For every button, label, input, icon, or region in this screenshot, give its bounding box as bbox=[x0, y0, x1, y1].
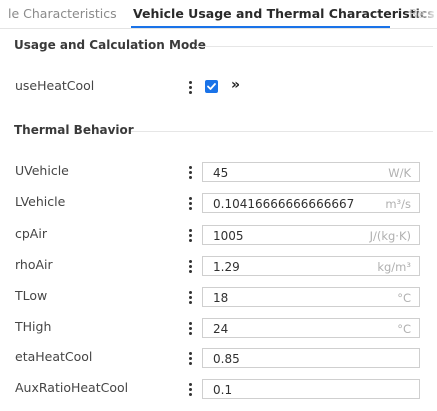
field-unit: J/(kg·K) bbox=[369, 229, 411, 243]
field-label-AuxRatioHeatCool: AuxRatioHeatCool bbox=[15, 380, 129, 395]
field-value: 0.1 bbox=[213, 383, 233, 397]
section-divider-usage bbox=[196, 46, 433, 47]
field-value: 1005 bbox=[213, 229, 244, 243]
tab-vehicle-characteristics[interactable]: le Characteristics bbox=[8, 6, 117, 21]
field-value: 0.10416666666666667 bbox=[213, 197, 355, 211]
AuxRatioHeatCool-input[interactable]: 0.1 bbox=[202, 379, 420, 399]
section-title-usage: Usage and Calculation Mode bbox=[14, 38, 206, 52]
kebab-menu-icon[interactable] bbox=[187, 320, 195, 336]
tab-overflow-fade bbox=[413, 0, 437, 28]
field-label-UVehicle: UVehicle bbox=[15, 163, 69, 178]
expand-chevrons-icon[interactable]: » bbox=[231, 77, 240, 93]
field-unit: m³/s bbox=[385, 197, 411, 211]
kebab-menu-icon[interactable] bbox=[187, 381, 195, 397]
field-unit: kg/m³ bbox=[377, 260, 411, 274]
section-divider-thermal bbox=[131, 131, 433, 132]
THigh-input[interactable]: 24 °C bbox=[202, 318, 420, 338]
LVehicle-input[interactable]: 0.10416666666666667 m³/s bbox=[202, 193, 420, 213]
field-value: 45 bbox=[213, 166, 229, 180]
kebab-menu-icon[interactable] bbox=[187, 164, 195, 180]
kebab-menu-icon[interactable] bbox=[187, 258, 195, 274]
kebab-menu-icon[interactable] bbox=[187, 289, 195, 305]
field-label-rhoAir: rhoAir bbox=[15, 257, 53, 272]
section-title-thermal: Thermal Behavior bbox=[14, 123, 134, 137]
active-tab-indicator bbox=[131, 26, 390, 28]
TLow-input[interactable]: 18 °C bbox=[202, 287, 420, 307]
etaHeatCool-input[interactable]: 0.85 bbox=[202, 348, 420, 368]
kebab-menu-icon[interactable] bbox=[187, 227, 195, 243]
field-label-THigh: THigh bbox=[15, 319, 52, 334]
rhoAir-input[interactable]: 1.29 kg/m³ bbox=[202, 256, 420, 276]
field-value: 24 bbox=[213, 322, 229, 336]
field-value: 1.29 bbox=[213, 260, 240, 274]
field-unit: °C bbox=[397, 322, 411, 336]
useHeatCool-checkbox[interactable] bbox=[205, 80, 218, 93]
field-value: 0.85 bbox=[213, 352, 240, 366]
kebab-menu-icon[interactable] bbox=[187, 350, 195, 366]
field-label-etaHeatCool: etaHeatCool bbox=[15, 349, 93, 364]
field-label-cpAir: cpAir bbox=[15, 226, 47, 241]
field-label-LVehicle: LVehicle bbox=[15, 194, 66, 209]
field-unit: °C bbox=[397, 291, 411, 305]
checkmark-icon bbox=[207, 83, 216, 90]
field-label-TLow: TLow bbox=[15, 288, 48, 303]
UVehicle-input[interactable]: 45 W/K bbox=[202, 162, 420, 182]
cpAir-input[interactable]: 1005 J/(kg·K) bbox=[202, 225, 420, 245]
field-label-useHeatCool: useHeatCool bbox=[15, 78, 95, 93]
tab-bar: le Characteristics Vehicle Usage and The… bbox=[0, 0, 437, 29]
tab-vehicle-usage-thermal[interactable]: Vehicle Usage and Thermal Characteristic… bbox=[133, 6, 435, 21]
kebab-menu-icon[interactable] bbox=[187, 79, 195, 95]
kebab-menu-icon[interactable] bbox=[187, 195, 195, 211]
field-unit: W/K bbox=[388, 166, 411, 180]
field-value: 18 bbox=[213, 291, 229, 305]
